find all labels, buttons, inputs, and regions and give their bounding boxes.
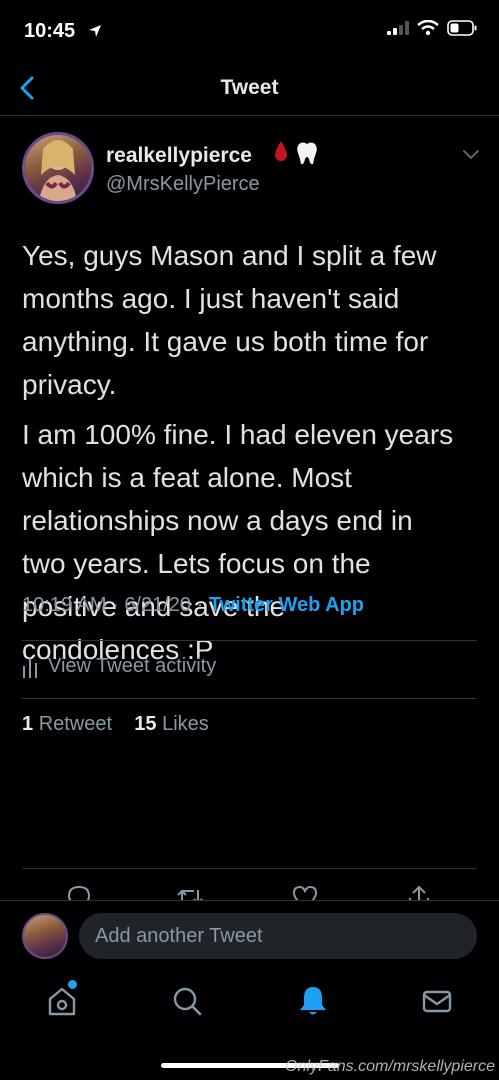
meta-separator: · [112,594,119,616]
tweet-time: 10:19 AM [22,594,107,616]
signal-icon [387,21,409,35]
status-bar: 10:45 [0,0,499,60]
battery-icon [447,20,477,36]
messages-icon[interactable] [420,984,454,1018]
likes-label[interactable]: Likes [162,713,209,735]
avatar[interactable] [22,132,94,204]
nav-bar: Tweet [0,60,499,116]
name-emoji [272,140,320,166]
home-unread-dot [68,980,77,989]
retweet-icon[interactable] [176,884,204,900]
display-name[interactable]: realkellypierce [106,144,252,168]
watermark: OnlyFans.com/mrskellypierce [285,1058,495,1075]
chevron-down-icon[interactable] [461,148,481,162]
my-avatar[interactable] [22,913,68,959]
tweet-meta: 10:19 AM · 6/21/20 · Twitter Web App [22,594,364,617]
tweet-source-link[interactable]: Twitter Web App [209,594,364,616]
profile-photo [39,140,77,201]
like-icon[interactable] [292,884,318,900]
likes-count[interactable]: 15 [134,713,156,735]
share-icon[interactable] [406,884,432,900]
reply-icon[interactable] [66,884,92,900]
activity-label: View Tweet activity [48,655,217,677]
status-icons [387,20,477,36]
tooth-icon [297,142,317,165]
tweet-actions [0,880,499,900]
add-another-tweet-input[interactable] [79,913,477,959]
activity-bars-icon [23,657,37,678]
notifications-icon[interactable] [296,984,330,1018]
page-title: Tweet [220,76,279,99]
tweet-paragraph: Yes, guys Mason and I split a few months… [22,240,437,400]
wifi-icon [417,20,439,36]
divider [22,698,477,699]
divider [22,640,477,641]
location-arrow-icon [89,25,101,37]
view-tweet-activity-button[interactable]: View Tweet activity [22,655,216,678]
status-time: 10:45 [24,20,76,42]
user-handle[interactable]: @MrsKellyPierce [106,173,260,196]
blood-drop-icon [275,141,287,161]
tweet-stats: 1 Retweet 15 Likes [22,713,209,736]
home-icon[interactable] [45,984,79,1018]
tweet-paragraph: I am 100% fine. I had eleven years which… [22,419,454,665]
retweets-count[interactable]: 1 [22,713,33,735]
divider [22,868,477,869]
reply-compose-bar [0,900,499,972]
search-icon[interactable] [170,984,204,1018]
tweet-date: 6/21/20 [124,594,192,616]
retweets-label[interactable]: Retweet [39,713,112,735]
meta-separator: · [196,594,204,616]
